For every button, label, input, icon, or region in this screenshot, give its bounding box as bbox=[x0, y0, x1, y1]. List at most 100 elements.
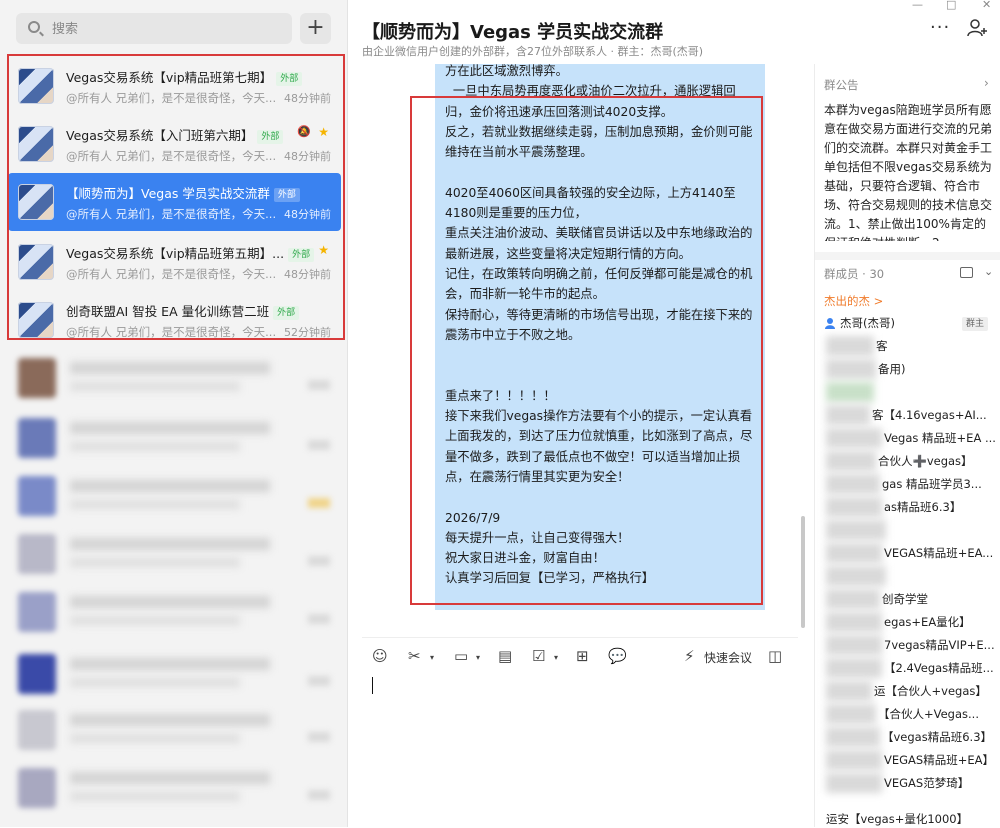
member-row[interactable]: VEGAS精品班+EA... bbox=[826, 543, 996, 565]
owner-icon bbox=[825, 318, 835, 329]
scissors-icon[interactable]: ✂ bbox=[408, 647, 421, 665]
mail-icon[interactable] bbox=[960, 267, 973, 278]
conversation-title: Vegas交易系统【vip精品班第五期】... 外部 bbox=[66, 243, 315, 262]
conversation-title: 创奇联盟AI 智投 EA 量化训练营二班 外部 bbox=[66, 301, 300, 320]
add-member-icon[interactable] bbox=[966, 18, 988, 38]
message-bubble[interactable]: 方在此区域激烈博弈。 一旦中东局势再度恶化或油价二次拉升，通胀逻辑回归，金价将迅… bbox=[435, 64, 765, 610]
conversation-title: Vegas交易系统【入门班第六期】 外部 bbox=[66, 125, 284, 144]
owner-name: 杰哥(杰哥) bbox=[840, 316, 895, 330]
group-avatar bbox=[18, 244, 54, 280]
window-controls: — □ ✕ bbox=[898, 0, 1000, 12]
conversation-time: 48分钟前 bbox=[284, 208, 331, 221]
blurred-conversation[interactable] bbox=[16, 474, 334, 518]
external-badge: 外部 bbox=[273, 306, 300, 320]
sidebar-toggle-icon[interactable]: ◫ bbox=[768, 647, 782, 665]
conversation-item[interactable]: Vegas交易系统【入门班第六期】 外部 🔕 ★ @所有人 兄弟们，是不是很奇怪，… bbox=[8, 115, 341, 173]
member-row[interactable]: Vegas 精品班+EA ... bbox=[826, 428, 996, 450]
external-badge: 外部 bbox=[257, 130, 284, 144]
file-icon[interactable]: ▤ bbox=[498, 647, 512, 665]
apps-icon[interactable]: ⊞ bbox=[576, 647, 589, 665]
blurred-conversation[interactable] bbox=[16, 356, 334, 400]
member-row[interactable]: 【合伙人+Vegas... bbox=[826, 704, 996, 726]
search-input[interactable] bbox=[50, 19, 274, 39]
conversation-preview: @所有人 兄弟们，是不是很奇怪，今天... bbox=[66, 207, 277, 221]
blurred-conversation[interactable] bbox=[16, 652, 334, 696]
member-row[interactable]: VEGAS范梦琦】 bbox=[826, 773, 996, 795]
member-row[interactable] bbox=[826, 382, 996, 404]
member-row[interactable]: VEGAS精品班+EA】 bbox=[826, 750, 996, 772]
member-row[interactable]: 备用) bbox=[826, 359, 996, 381]
lightning-icon[interactable]: ⚡ bbox=[684, 647, 695, 665]
blurred-conversation[interactable] bbox=[16, 416, 334, 460]
image-icon[interactable]: ▭ bbox=[454, 647, 468, 665]
member-row[interactable] bbox=[826, 520, 996, 542]
conversation-preview: @所有人 兄弟们，是不是很奇怪，今天... bbox=[66, 267, 277, 281]
member-row[interactable] bbox=[826, 566, 996, 588]
star-icon: ★ bbox=[318, 125, 329, 139]
member-row[interactable]: 7vegas精品VIP+E... bbox=[826, 635, 996, 657]
group-avatar bbox=[18, 126, 54, 162]
member-row[interactable]: 运安【vegas+量化1000】 bbox=[826, 811, 968, 827]
group-avatar bbox=[18, 302, 54, 338]
todo-icon[interactable]: ☑ bbox=[532, 647, 545, 665]
star-icon: ★ bbox=[318, 243, 329, 257]
member-row[interactable]: 创奇学堂 bbox=[826, 589, 996, 611]
conversation-time: 48分钟前 bbox=[284, 150, 331, 163]
blurred-conversation[interactable] bbox=[16, 532, 334, 576]
conversation-item[interactable]: Vegas交易系统【vip精品班第五期】... 外部 ★ @所有人 兄弟们，是不是… bbox=[8, 233, 341, 291]
mute-icon: 🔕 bbox=[297, 125, 311, 138]
group-avatar bbox=[18, 184, 54, 220]
conversation-title: Vegas交易系统【vip精品班第七期】 外部 bbox=[66, 67, 303, 86]
emoji-icon[interactable]: ☺ bbox=[372, 647, 388, 665]
member-row[interactable]: as精品班6.3】 bbox=[826, 497, 996, 519]
chevron-down-icon[interactable]: ▾ bbox=[430, 653, 434, 662]
conversation-title: 【顺势而为】Vegas 学员实战交流群 外部 bbox=[66, 183, 300, 202]
conversation-item-active[interactable]: 【顺势而为】Vegas 学员实战交流群 外部 @所有人 兄弟们，是不是很奇怪，今天… bbox=[8, 173, 341, 231]
conversation-preview: @所有人 兄弟们，是不是很奇怪，今天... bbox=[66, 325, 277, 339]
blurred-conversation[interactable] bbox=[16, 590, 334, 634]
text-cursor bbox=[372, 677, 373, 694]
search-box[interactable] bbox=[16, 13, 292, 44]
member-row[interactable]: gas 精品班学员3... bbox=[826, 474, 996, 496]
conversation-item[interactable]: Vegas交易系统【vip精品班第七期】 外部 @所有人 兄弟们，是不是很奇怪，今… bbox=[8, 57, 341, 115]
member-row-owner[interactable]: 杰哥(杰哥) 群主 bbox=[824, 315, 994, 333]
notice-label: 群公告 bbox=[824, 78, 859, 92]
member-row[interactable]: 客 bbox=[826, 336, 996, 358]
member-row[interactable]: 运【合伙人+vegas】 bbox=[826, 681, 996, 703]
chevron-down-icon[interactable]: ▾ bbox=[476, 653, 480, 662]
conversation-time: 48分钟前 bbox=[284, 268, 331, 281]
search-icon bbox=[28, 21, 40, 33]
maximize-icon[interactable]: □ bbox=[946, 0, 956, 11]
add-button[interactable]: + bbox=[300, 13, 331, 44]
member-row[interactable]: egas+EA量化】 bbox=[826, 612, 996, 634]
blurred-conversation[interactable] bbox=[16, 708, 334, 752]
top-member-link[interactable]: 杰出的杰 > bbox=[824, 293, 883, 309]
close-icon[interactable]: ✕ bbox=[982, 0, 991, 11]
notice-text[interactable]: 本群为vegas陪跑班学员所有愿意在做交易方面进行交流的兄弟们的交流群。本群只对… bbox=[824, 101, 994, 241]
minimize-icon[interactable]: — bbox=[912, 0, 923, 11]
member-row[interactable]: 【2.4Vegas精品班... bbox=[826, 658, 996, 680]
conversation-preview: @所有人 兄弟们，是不是很奇怪，今天... bbox=[66, 149, 277, 163]
members-label: 群成员 · 30 bbox=[824, 267, 885, 281]
blurred-conversation[interactable] bbox=[16, 766, 334, 810]
conversation-item[interactable]: 创奇联盟AI 智投 EA 量化训练营二班 外部 @所有人 兄弟们，是不是很奇怪，今… bbox=[8, 291, 341, 349]
section-divider bbox=[815, 252, 1000, 260]
group-avatar bbox=[18, 68, 54, 104]
conversation-time: 48分钟前 bbox=[284, 92, 331, 105]
external-badge: 外部 bbox=[276, 72, 303, 86]
message-text: 方在此区域激烈博弈。 一旦中东局势再度恶化或油价二次拉升，通胀逻辑回归，金价将迅… bbox=[445, 64, 753, 586]
chat-bubble-icon[interactable]: 💬 bbox=[608, 647, 627, 665]
member-row[interactable]: 合伙人➕vegas】 bbox=[826, 451, 996, 473]
external-badge: 外部 bbox=[273, 188, 300, 202]
external-badge: 外部 bbox=[288, 248, 315, 262]
member-row[interactable]: 客【4.16vegas+AI... bbox=[826, 405, 996, 427]
conversation-time: 52分钟前 bbox=[284, 326, 331, 339]
quick-meeting-button[interactable]: 快速会议 bbox=[704, 649, 752, 666]
chat-scrollbar[interactable] bbox=[801, 516, 805, 628]
chevron-right-icon[interactable]: › bbox=[984, 76, 989, 90]
chevron-down-icon[interactable]: ▾ bbox=[554, 653, 558, 662]
more-options-button[interactable]: ··· bbox=[930, 17, 950, 38]
conversation-preview: @所有人 兄弟们，是不是很奇怪，今天... bbox=[66, 91, 277, 105]
chevron-down-icon[interactable]: ⌄ bbox=[984, 265, 993, 278]
member-row[interactable]: 【vegas精品班6.3】 bbox=[826, 727, 996, 749]
